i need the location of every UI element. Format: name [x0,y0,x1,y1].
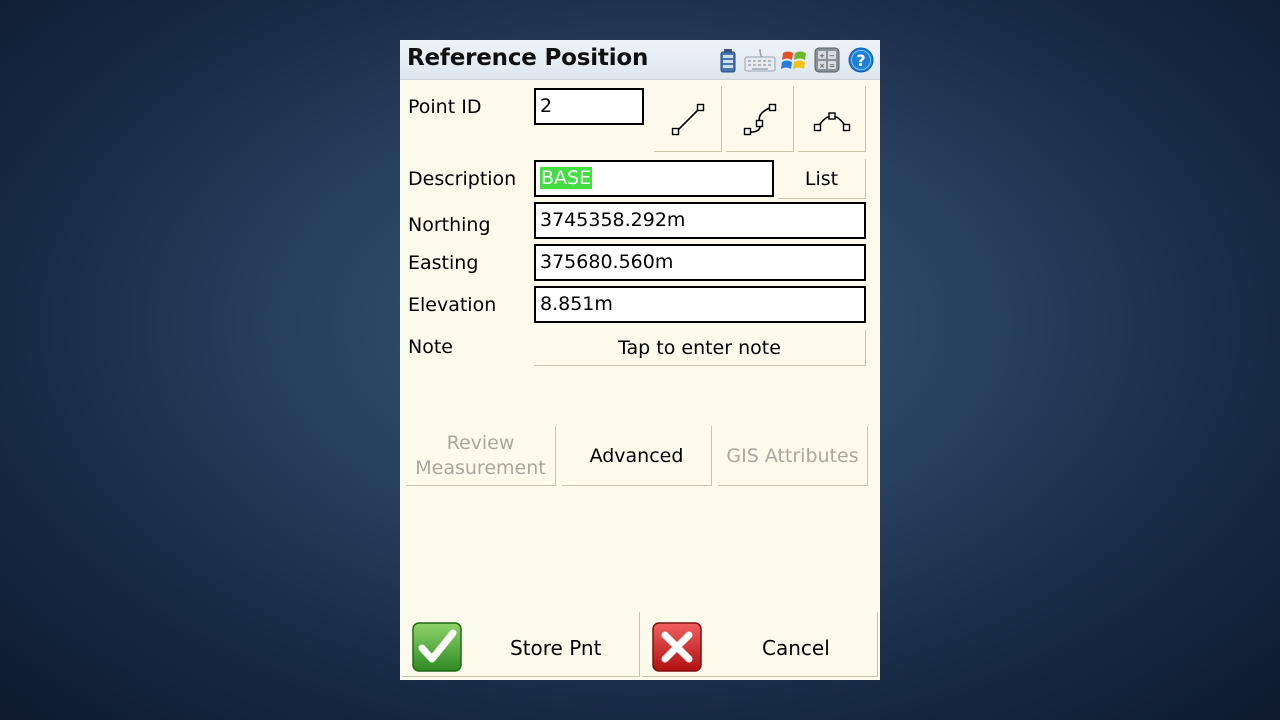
bottom-action-bar: Store Pnt Cancel [400,610,880,680]
svg-text:?: ? [856,51,865,70]
curve-icon [743,103,776,135]
gis-attributes-button[interactable]: GIS Attributes [718,426,868,486]
enter-note-button[interactable]: Tap to enter note [534,330,866,366]
cancel-button[interactable]: Cancel [642,612,878,677]
arc-segment-button[interactable] [798,86,866,152]
description-label: Description [408,168,517,190]
note-label: Note [408,336,453,358]
review-measurement-line2: Measurement [415,456,546,479]
easting-label: Easting [408,252,479,274]
checkmark-icon [412,622,462,672]
description-field[interactable]: BASE [534,160,774,197]
svg-text:+: + [819,52,825,60]
close-icon [652,622,702,672]
description-selected-text: BASE [540,167,593,189]
elevation-label: Elevation [408,294,497,316]
store-point-label: Store Pnt [510,636,602,660]
title-bar: Reference Position + − × = ? [400,40,880,80]
line-segment-button[interactable] [654,86,722,152]
northing-label: Northing [408,214,491,236]
point-id-label: Point ID [408,96,482,118]
curve-segment-button[interactable] [726,86,794,152]
keyboard-icon[interactable] [744,47,776,73]
line-icon [671,103,704,135]
advanced-button[interactable]: Advanced [562,426,712,486]
elevation-field[interactable]: 8.851m [534,286,866,323]
page-title: Reference Position [407,45,649,71]
store-point-button[interactable]: Store Pnt [402,612,640,677]
northing-field[interactable]: 3745358.292m [534,202,866,239]
calculator-icon[interactable]: + − × = [814,47,840,73]
list-button[interactable]: List [778,159,866,199]
svg-text:=: = [829,62,835,70]
review-measurement-button[interactable]: Review Measurement [406,426,556,486]
cancel-label: Cancel [762,636,830,660]
help-icon[interactable]: ? [848,47,874,73]
svg-text:×: × [819,62,825,70]
point-id-field[interactable]: 2 [534,88,644,125]
arc-icon [813,111,850,131]
windows-start-icon[interactable] [780,47,810,73]
survey-app-window: Reference Position + − × = ? Point ID 2 … [400,40,880,680]
easting-field[interactable]: 375680.560m [534,244,866,281]
svg-text:−: − [829,52,835,60]
review-measurement-line1: Review [446,431,515,454]
battery-icon[interactable] [716,47,742,73]
